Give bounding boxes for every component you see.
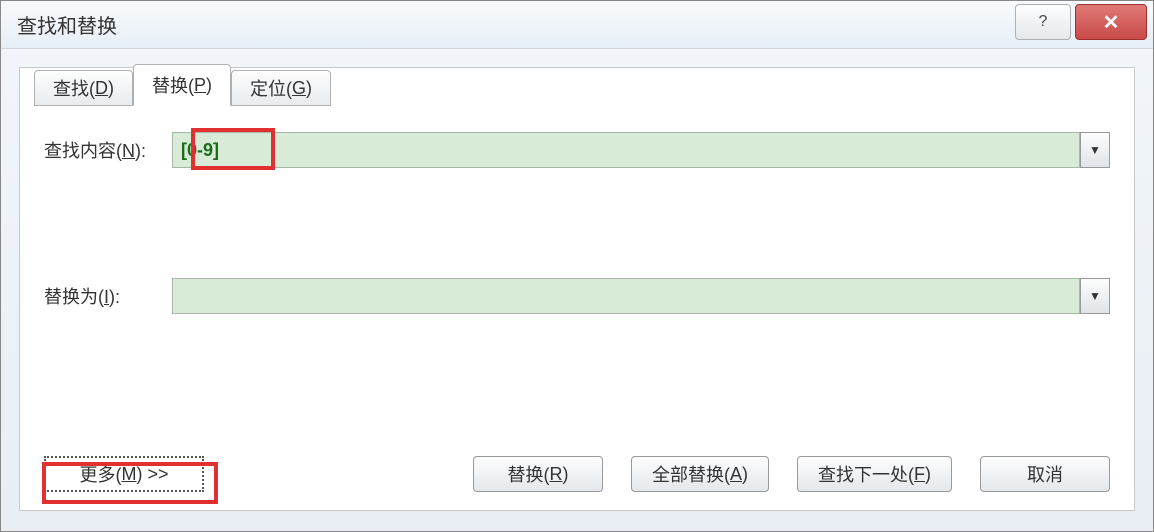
titlebar: 查找和替换 ? ✕ bbox=[1, 1, 1153, 49]
find-next-button[interactable]: 查找下一处(F) bbox=[797, 456, 952, 492]
chevron-down-icon: ▼ bbox=[1089, 289, 1101, 303]
tab-find[interactable]: 查找(D) bbox=[34, 70, 133, 106]
dialog-title: 查找和替换 bbox=[17, 10, 117, 39]
find-row: 查找内容(N): ▼ bbox=[44, 132, 1110, 168]
button-row: 更多(M) >> 替换(R) 全部替换(A) 查找下一处(F) 取消 bbox=[44, 456, 1110, 492]
content-area: 查找(D) 替换(P) 定位(G) 查找内容(N): bbox=[1, 49, 1153, 529]
more-button[interactable]: 更多(M) >> bbox=[44, 456, 204, 492]
tabs: 查找(D) 替换(P) 定位(G) bbox=[34, 62, 331, 104]
find-label: 查找内容(N): bbox=[44, 137, 172, 163]
replace-input-wrap: ▼ bbox=[172, 278, 1110, 314]
help-button[interactable]: ? bbox=[1015, 4, 1071, 40]
titlebar-buttons: ? ✕ bbox=[1015, 1, 1153, 48]
find-input-wrap: ▼ bbox=[172, 132, 1110, 168]
tab-goto[interactable]: 定位(G) bbox=[231, 70, 331, 106]
chevron-down-icon: ▼ bbox=[1089, 143, 1101, 157]
panel-body: 查找内容(N): ▼ 替换为(I): bbox=[20, 68, 1134, 448]
replace-all-button[interactable]: 全部替换(A) bbox=[631, 456, 769, 492]
help-icon: ? bbox=[1039, 13, 1048, 31]
replace-dropdown-button[interactable]: ▼ bbox=[1080, 278, 1110, 314]
close-button[interactable]: ✕ bbox=[1075, 4, 1147, 40]
replace-row: 替换为(I): ▼ bbox=[44, 278, 1110, 314]
close-icon: ✕ bbox=[1103, 10, 1120, 35]
replace-label: 替换为(I): bbox=[44, 283, 172, 309]
replace-input[interactable] bbox=[172, 278, 1080, 314]
find-replace-dialog: 查找和替换 ? ✕ 查找(D) 替换(P) 定位(G) bbox=[0, 0, 1154, 532]
panel: 查找(D) 替换(P) 定位(G) 查找内容(N): bbox=[19, 67, 1135, 511]
find-dropdown-button[interactable]: ▼ bbox=[1080, 132, 1110, 168]
replace-button[interactable]: 替换(R) bbox=[473, 456, 603, 492]
tab-replace[interactable]: 替换(P) bbox=[133, 64, 231, 106]
cancel-button[interactable]: 取消 bbox=[980, 456, 1110, 492]
find-input[interactable] bbox=[172, 132, 1080, 168]
